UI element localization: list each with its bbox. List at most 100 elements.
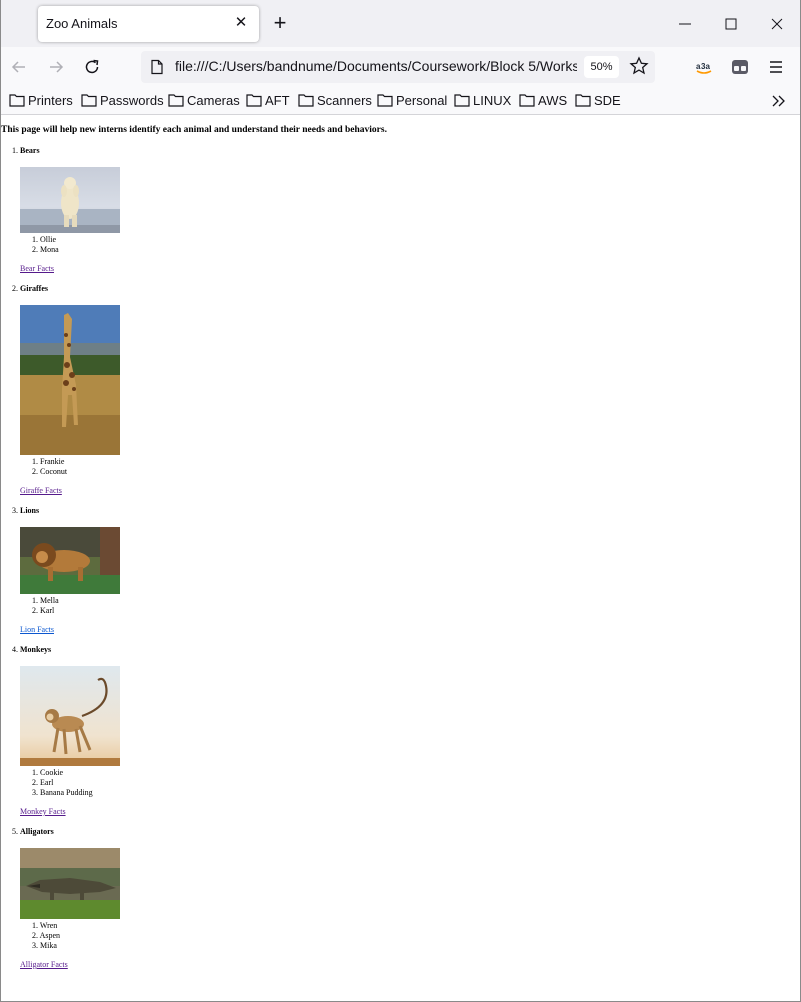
animal-name: Mona: [40, 245, 59, 254]
lion-photo: [20, 527, 120, 594]
list-item: 2. Aspen: [32, 931, 60, 941]
section-title-text: Monkeys: [20, 645, 52, 654]
list-number: 1.: [32, 457, 38, 466]
folder-icon: [246, 94, 262, 107]
section-number: 2.: [12, 284, 18, 293]
bookmark-label: Cameras: [187, 93, 240, 108]
animal-name: Cookie: [40, 768, 64, 777]
forward-button[interactable]: [44, 55, 68, 79]
section-title-alligators: 5. Alligators: [12, 827, 54, 836]
navigation-toolbar: file:///C:/Users/bandnume/Documents/Cour…: [1, 47, 800, 87]
monkey-facts-link[interactable]: Monkey Facts: [20, 807, 66, 816]
lion-facts-link[interactable]: Lion Facts: [20, 625, 54, 634]
section-title-text: Alligators: [20, 827, 54, 836]
list-number: 1.: [32, 596, 38, 605]
close-tab-icon[interactable]: ✕: [233, 15, 249, 31]
list-item: 1. Cookie: [32, 768, 93, 778]
bookmarks-toolbar: Printers Passwords Cameras AFT Scanners …: [1, 87, 800, 115]
page-icon: [151, 59, 163, 75]
bookmark-star-icon[interactable]: [629, 56, 649, 76]
arrow-left-icon: [11, 61, 25, 73]
bear-facts-link[interactable]: Bear Facts: [20, 264, 54, 273]
section-title-bears: 1. Bears: [12, 146, 40, 155]
list-item: 1. Ollie: [32, 235, 59, 245]
zoom-level-badge[interactable]: 50%: [584, 56, 619, 78]
bookmark-label: AFT: [265, 93, 290, 108]
list-item: 3. Banana Pudding: [32, 788, 93, 798]
maximize-button[interactable]: [708, 0, 754, 47]
monkey-photo: [20, 666, 120, 766]
list-item: 1. Mella: [32, 596, 59, 606]
folder-icon: [9, 94, 25, 107]
section-title-monkeys: 4. Monkeys: [12, 645, 51, 654]
minimize-button[interactable]: [662, 0, 708, 47]
list-item: 2. Mona: [32, 245, 59, 255]
list-number: 3.: [32, 788, 38, 797]
name-list-alligators: 1. Wren 2. Aspen 3. Mika: [32, 921, 60, 951]
name-list-bears: 1. Ollie 2. Mona: [32, 235, 59, 255]
list-item: 1. Frankie: [32, 457, 67, 467]
browser-window: Zoo Animals ✕ + file:///C:/Users/bandnum…: [0, 0, 801, 1002]
list-number: 2.: [32, 931, 38, 940]
bookmark-label: AWS: [538, 93, 568, 108]
svg-text:3a: 3a: [701, 62, 710, 71]
close-window-button[interactable]: [754, 0, 800, 47]
new-tab-button[interactable]: +: [269, 12, 291, 34]
alligator-photo: [20, 848, 120, 919]
list-item: 2. Coconut: [32, 467, 67, 477]
giraffe-photo: [20, 305, 120, 455]
animal-name: Karl: [40, 606, 55, 615]
alligator-facts-link[interactable]: Alligator Facts: [20, 960, 68, 969]
section-number: 3.: [12, 506, 18, 515]
name-list-lions: 1. Mella 2. Karl: [32, 596, 59, 616]
section-title-giraffes: 2. Giraffes: [12, 284, 48, 293]
bookmark-label: Personal: [396, 93, 448, 108]
list-number: 1.: [32, 768, 38, 777]
tab-title: Zoo Animals: [46, 16, 118, 31]
folder-icon: [519, 94, 535, 107]
list-item: 3. Mika: [32, 941, 60, 951]
url-text[interactable]: file:///C:/Users/bandnume/Documents/Cour…: [175, 58, 577, 76]
animal-name: Banana Pudding: [40, 788, 93, 797]
folder-icon: [298, 94, 314, 107]
list-number: 1.: [32, 921, 38, 930]
section-title-text: Bears: [20, 146, 40, 155]
bookmark-label: Printers: [28, 93, 73, 108]
animal-name: Mika: [40, 941, 57, 950]
animal-name: Earl: [40, 778, 54, 787]
hamburger-menu-button[interactable]: [764, 55, 788, 79]
bookmark-label: LINUX: [473, 93, 512, 108]
section-title-text: Lions: [20, 506, 40, 515]
hamburger-menu-icon: [770, 61, 782, 73]
bear-photo: [20, 167, 120, 233]
bookmark-label: SDE: [594, 93, 621, 108]
list-item: 2. Earl: [32, 778, 93, 788]
folder-icon: [575, 94, 591, 107]
folder-icon: [454, 94, 470, 107]
section-number: 4.: [12, 645, 18, 654]
list-number: 2.: [32, 245, 38, 254]
section-title-lions: 3. Lions: [12, 506, 39, 515]
folder-icon: [377, 94, 393, 107]
section-number: 1.: [12, 146, 18, 155]
page-content: This page will help new interns identify…: [1, 116, 800, 1001]
list-number: 1.: [32, 235, 38, 244]
giraffe-facts-link[interactable]: Giraffe Facts: [20, 486, 62, 495]
section-title-text: Giraffes: [20, 284, 48, 293]
more-bookmarks-button[interactable]: [770, 92, 788, 110]
tab-zoo-animals[interactable]: Zoo Animals ✕: [38, 6, 259, 42]
tab-strip: Zoo Animals ✕ +: [1, 0, 800, 47]
animal-name: Mella: [40, 596, 59, 605]
amazon-extension-icon[interactable]: a 3a: [692, 55, 716, 79]
close-icon: [771, 18, 783, 30]
chevrons-right-icon: [772, 95, 785, 107]
list-number: 3.: [32, 941, 38, 950]
list-number: 2.: [32, 606, 38, 615]
reload-icon: [85, 59, 99, 74]
reload-button[interactable]: [80, 55, 104, 79]
name-list-giraffes: 1. Frankie 2. Coconut: [32, 457, 67, 477]
bookmark-label: Passwords: [100, 93, 164, 108]
back-button[interactable]: [7, 55, 31, 79]
container-extension-icon[interactable]: [728, 55, 752, 79]
url-bar[interactable]: file:///C:/Users/bandnume/Documents/Cour…: [141, 51, 655, 83]
